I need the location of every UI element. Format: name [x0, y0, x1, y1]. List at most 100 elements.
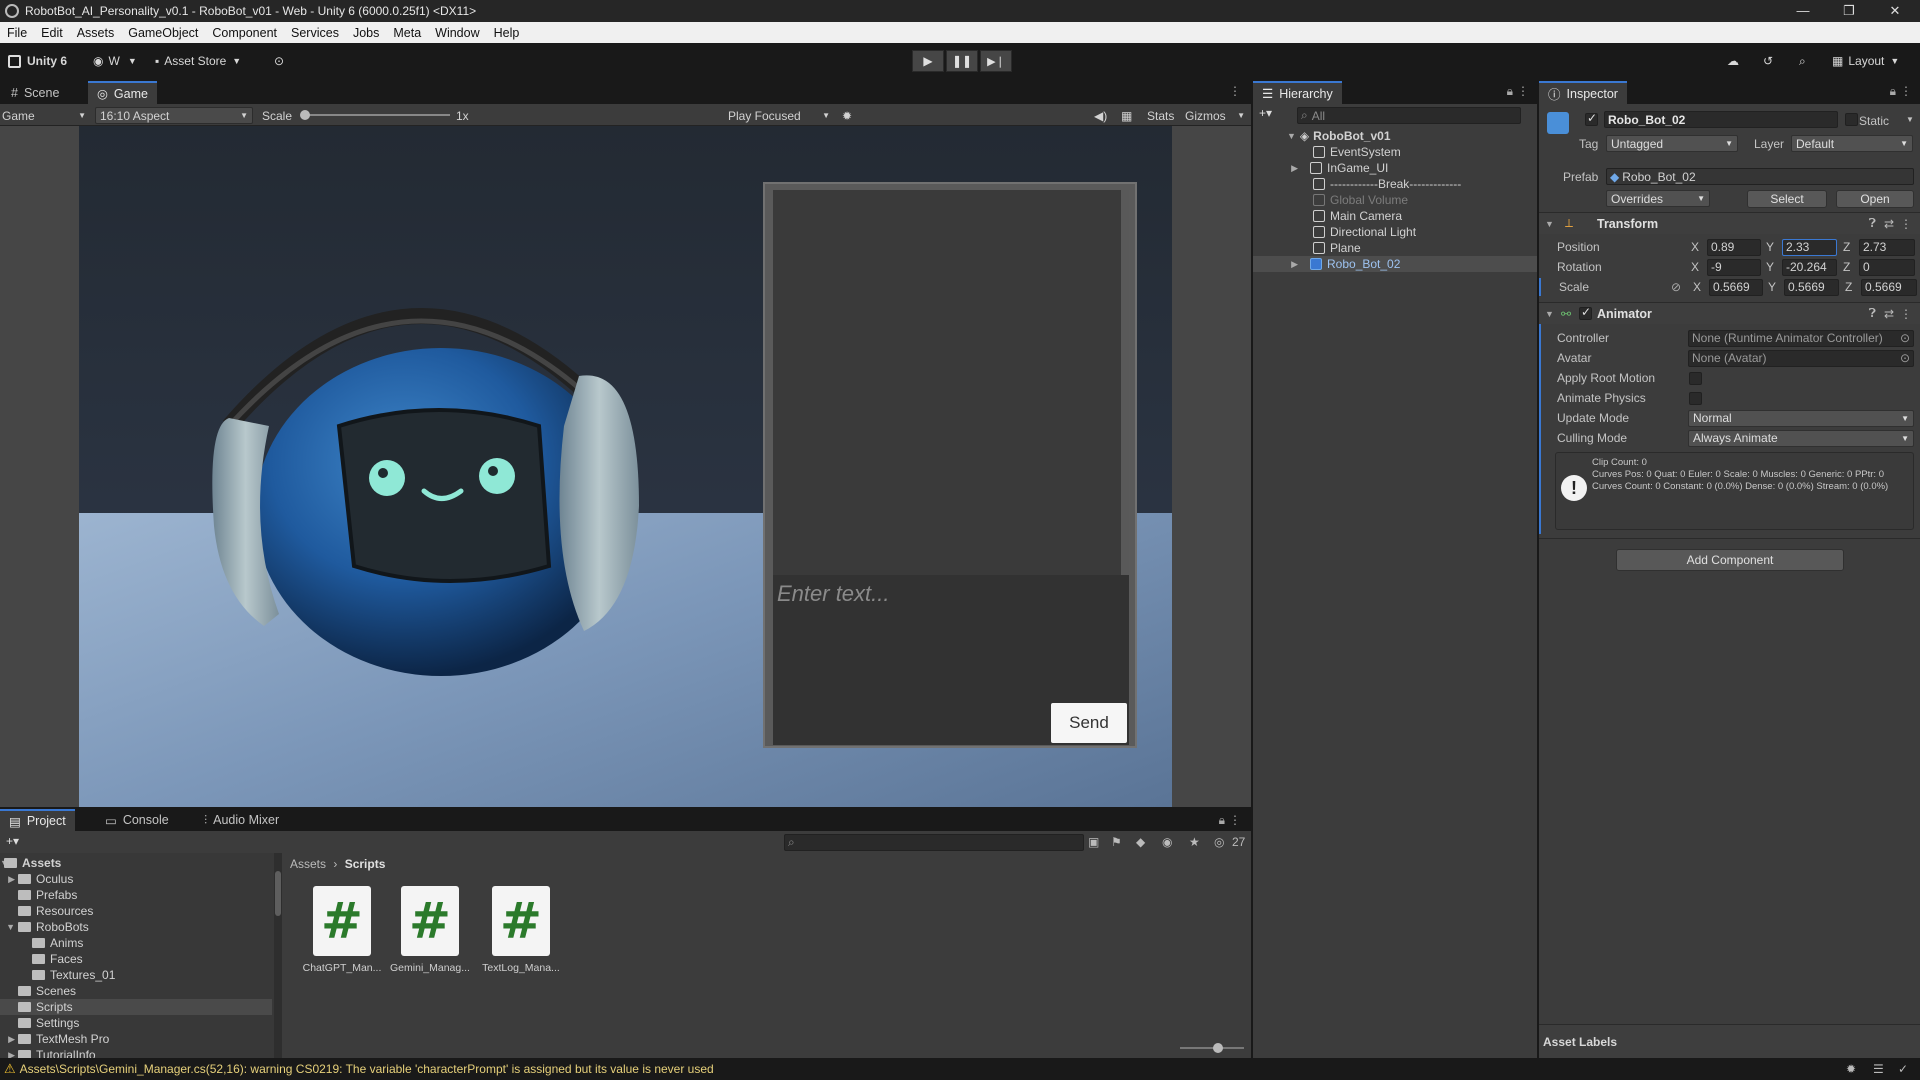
folder-tree-item[interactable]: ▶ TextMesh Pro: [0, 1031, 272, 1047]
static-checkbox[interactable]: [1845, 113, 1858, 126]
position-x-input[interactable]: 0.89: [1707, 238, 1761, 256]
preset-icon[interactable]: ⇄: [1884, 217, 1894, 231]
asset-item[interactable]: # ChatGPT_Man...: [298, 886, 386, 974]
folder-tree-item[interactable]: ▶ Oculus: [0, 871, 272, 887]
bug-icon[interactable]: ✹: [842, 107, 852, 124]
link-icon[interactable]: ⊘: [1671, 280, 1681, 294]
scale-y-input[interactable]: 0.5669: [1784, 278, 1839, 296]
stats-grid-icon[interactable]: ▦: [1121, 107, 1132, 124]
hidden-packages-icon[interactable]: ◎: [1214, 835, 1224, 849]
prefab-open-button[interactable]: Open: [1836, 190, 1914, 208]
debug-icon[interactable]: ✹: [1846, 1062, 1856, 1076]
layout-dropdown[interactable]: ▦ Layout ▼: [1832, 51, 1899, 71]
breadcrumb-assets[interactable]: Assets: [290, 857, 326, 871]
hierarchy-search-input[interactable]: ⌕ All: [1297, 107, 1521, 124]
game-render[interactable]: Enter text... Send: [79, 126, 1172, 807]
menu-jobs[interactable]: Jobs: [346, 26, 386, 40]
create-asset-icon[interactable]: +▾: [6, 834, 19, 848]
prefab-select-button[interactable]: Select: [1747, 190, 1827, 208]
cloud-icon[interactable]: ☁: [1727, 51, 1739, 71]
lock-icon[interactable]: 🔒︎: [1890, 84, 1896, 99]
icon-size-slider-track[interactable]: [1180, 1047, 1244, 1049]
rotation-z-input[interactable]: 0: [1859, 258, 1915, 276]
prefab-field[interactable]: ◆ Robo_Bot_02: [1606, 168, 1914, 185]
asset-item[interactable]: # Gemini_Manag...: [386, 886, 474, 974]
tag-dropdown[interactable]: Untagged ▼: [1606, 135, 1738, 152]
chevron-down-icon[interactable]: ▼: [1906, 115, 1914, 124]
preset-icon[interactable]: ⇄: [1884, 307, 1894, 321]
menu-gameobject[interactable]: GameObject: [121, 26, 205, 40]
folder-tree-item[interactable]: ▼Assets: [0, 855, 272, 871]
folder-tree-item[interactable]: Settings: [0, 1015, 272, 1031]
search-by-type-icon[interactable]: ▣: [1088, 835, 1099, 849]
rotation-y-input[interactable]: -20.264: [1782, 258, 1837, 276]
menu-assets[interactable]: Assets: [70, 26, 122, 40]
object-name-input[interactable]: Robo_Bot_02: [1604, 111, 1838, 128]
history-icon[interactable]: ↺: [1763, 51, 1773, 71]
progress-icon[interactable]: ☰: [1873, 1062, 1884, 1076]
scale-z-input[interactable]: 0.5669: [1861, 278, 1917, 296]
pause-button[interactable]: ❚❚: [946, 50, 978, 72]
maximize-icon[interactable]: ❐: [1826, 0, 1872, 22]
breadcrumb-scripts[interactable]: Scripts: [345, 857, 386, 871]
more-options-icon[interactable]: ⋮: [1517, 84, 1529, 98]
add-icon[interactable]: +▾: [1259, 106, 1272, 120]
folder-tree-item[interactable]: Scenes: [0, 983, 272, 999]
folder-tree-item[interactable]: Anims: [0, 935, 272, 951]
asset-store-dropdown[interactable]: ▪ Asset Store ▼: [155, 51, 241, 71]
menu-edit[interactable]: Edit: [34, 26, 70, 40]
help-icon[interactable]: ❓︎: [1869, 216, 1876, 231]
gizmos-dropdown[interactable]: Gizmos ▼: [1185, 107, 1247, 124]
folder-tree-item[interactable]: Scripts: [0, 999, 272, 1015]
tab-audio-mixer[interactable]: ⫶ Audio Mixer: [195, 809, 288, 831]
animator-header[interactable]: ▼ ⚯ Animator ❓︎ ⇄ ⋮: [1539, 302, 1920, 324]
game-view[interactable]: Enter text... Send: [0, 126, 1251, 807]
more-options-icon[interactable]: ⋮: [1900, 217, 1912, 231]
folder-tree-item[interactable]: ▼ RoboBots: [0, 919, 272, 935]
status-message[interactable]: Assets\Scripts\Gemini_Manager.cs(52,16):…: [20, 1062, 714, 1076]
folder-tree-item[interactable]: Textures_01: [0, 967, 272, 983]
apply-root-motion-checkbox[interactable]: [1689, 371, 1702, 385]
menu-meta[interactable]: Meta: [386, 26, 428, 40]
chat-log[interactable]: [773, 190, 1129, 575]
display-dropdown[interactable]: Game ▼: [2, 107, 88, 124]
animate-physics-checkbox[interactable]: [1689, 391, 1702, 405]
account-dropdown[interactable]: ◉ W ▼: [93, 51, 137, 71]
minimize-icon[interactable]: —: [1780, 0, 1826, 22]
stats-button[interactable]: Stats: [1147, 107, 1174, 124]
position-y-input[interactable]: 2.33: [1782, 238, 1837, 256]
hierarchy-item[interactable]: Plane: [1253, 240, 1537, 256]
hierarchy-item[interactable]: EventSystem: [1253, 144, 1537, 160]
project-search-input[interactable]: ⌕: [784, 834, 1084, 851]
search-icon[interactable]: ⌕: [1799, 51, 1806, 71]
scale-slider-handle[interactable]: [300, 110, 310, 120]
more-options-icon[interactable]: ⋮: [1900, 84, 1912, 98]
favorite-star-icon[interactable]: ★: [1189, 835, 1200, 849]
tab-inspector[interactable]: ⓘ Inspector: [1539, 81, 1627, 104]
help-icon[interactable]: ❓︎: [1869, 306, 1876, 321]
more-options-icon[interactable]: ⋮: [1229, 84, 1241, 98]
version-control-icon[interactable]: ⊙: [274, 51, 284, 71]
step-button[interactable]: ▶❘: [980, 50, 1012, 72]
tab-project[interactable]: ▤ Project: [0, 809, 75, 831]
more-options-icon[interactable]: ⋮: [1900, 307, 1912, 321]
hierarchy-item-selected[interactable]: ▶ Robo_Bot_02: [1253, 256, 1537, 272]
warning-filter-icon[interactable]: ◉: [1162, 835, 1172, 849]
close-icon[interactable]: ✕: [1872, 0, 1918, 22]
icon-size-slider-handle[interactable]: [1213, 1043, 1223, 1053]
aspect-dropdown[interactable]: 16:10 Aspect ▼: [95, 107, 253, 124]
transform-header[interactable]: ▼ ⟂ Transform ❓︎ ⇄ ⋮: [1539, 212, 1920, 234]
scene-root-row[interactable]: ▼ ◈ RoboBot_v01: [1253, 128, 1537, 144]
hierarchy-item[interactable]: ▶ InGame_UI: [1253, 160, 1537, 176]
play-mode-dropdown[interactable]: Play Focused ▼: [728, 107, 832, 124]
position-z-input[interactable]: 2.73: [1859, 238, 1915, 256]
overrides-dropdown[interactable]: Overrides ▼: [1606, 190, 1710, 207]
search-by-label-icon[interactable]: ⚑: [1111, 835, 1122, 849]
update-mode-dropdown[interactable]: Normal ▼: [1688, 409, 1914, 427]
menu-component[interactable]: Component: [205, 26, 284, 40]
lock-icon[interactable]: 🔒︎: [1507, 84, 1513, 99]
chat-input-field[interactable]: Enter text... Send: [773, 575, 1129, 745]
check-icon[interactable]: ✓: [1898, 1062, 1908, 1076]
tab-scene[interactable]: # Scene: [2, 81, 68, 104]
hierarchy-item[interactable]: Global Volume: [1253, 192, 1537, 208]
